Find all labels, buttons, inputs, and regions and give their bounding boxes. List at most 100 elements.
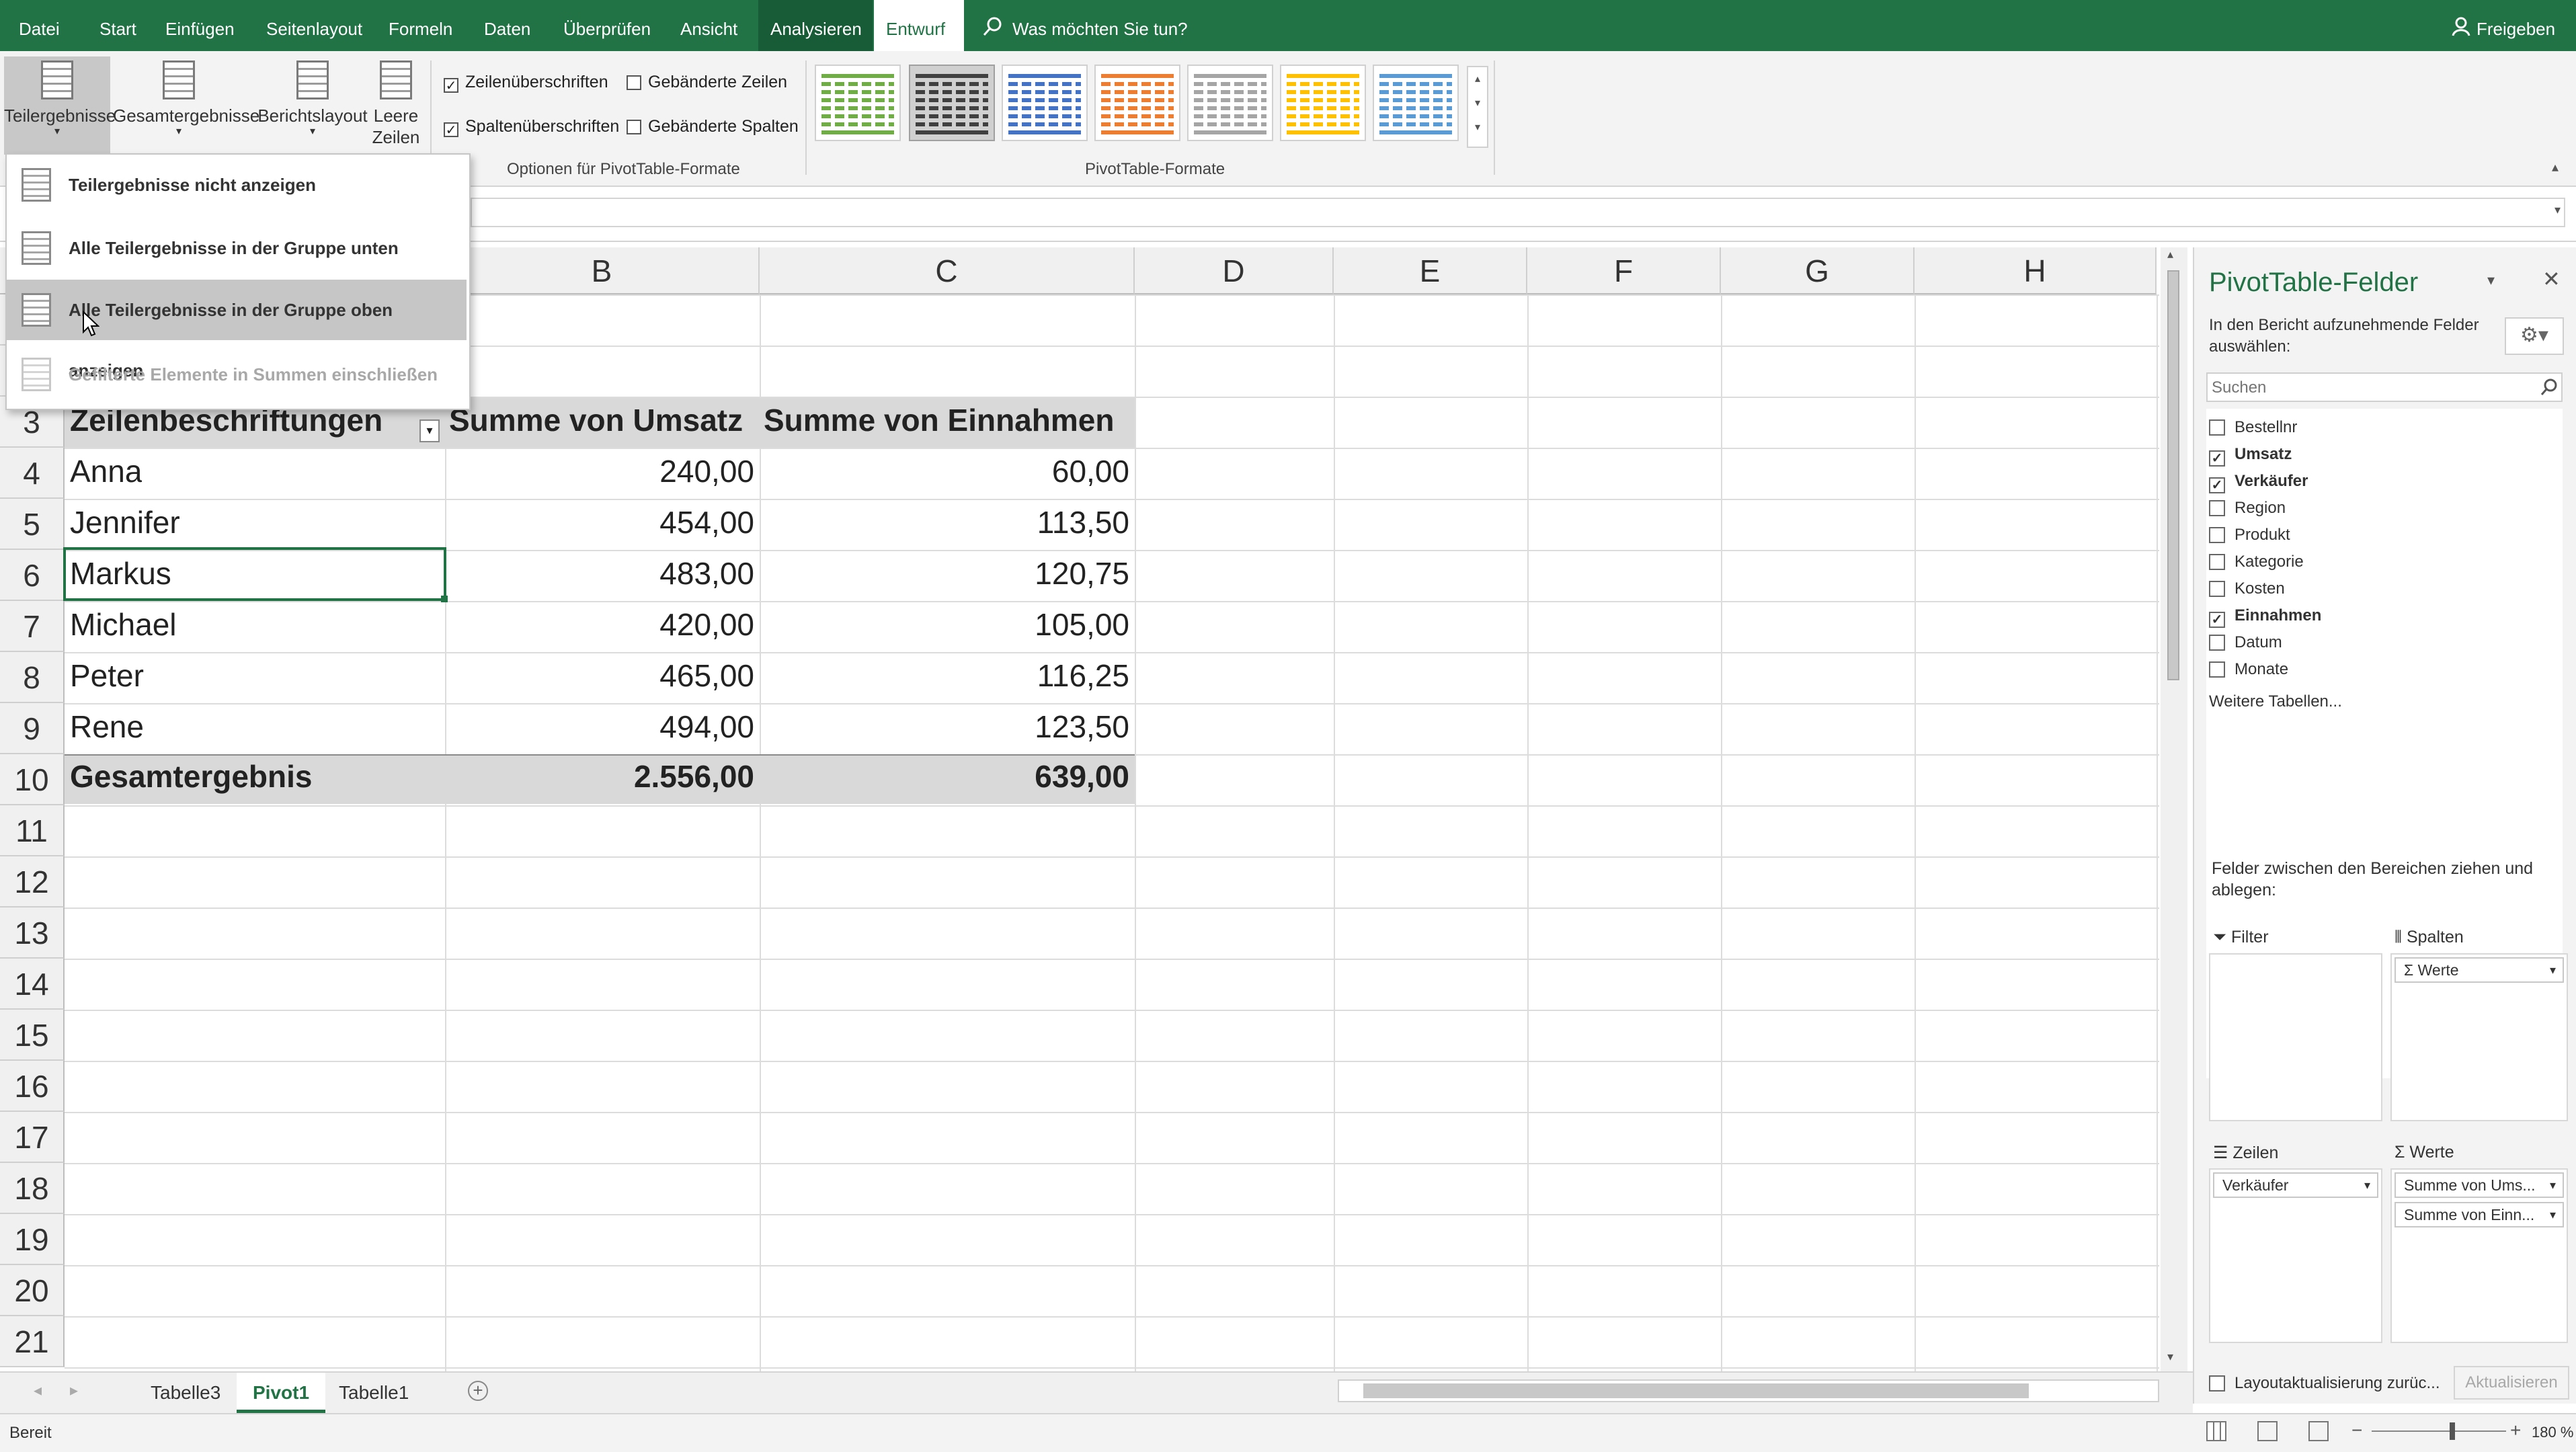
pivot-value-einnahmen[interactable]: 123,50 bbox=[760, 709, 1129, 745]
grand-total-einnahmen[interactable]: 639,00 bbox=[760, 758, 1129, 795]
zoom-out-icon[interactable]: − bbox=[2351, 1420, 2362, 1441]
sheet-tab-pivot1[interactable]: Pivot1 bbox=[237, 1373, 326, 1413]
page-break-view-icon[interactable] bbox=[2308, 1421, 2329, 1441]
pivot-value-einnahmen[interactable]: 60,00 bbox=[760, 453, 1129, 489]
row-header-13[interactable]: 13 bbox=[0, 908, 65, 959]
row-header-19[interactable]: 19 bbox=[0, 1214, 65, 1265]
chevron-down-icon[interactable]: ▾ bbox=[2554, 203, 2561, 217]
pivot-value-umsatz[interactable]: 454,00 bbox=[445, 504, 754, 540]
row-header-21[interactable]: 21 bbox=[0, 1316, 65, 1367]
pivot-value-einnahmen[interactable]: 116,25 bbox=[760, 657, 1129, 694]
values-field-umsatz[interactable]: Summe von Ums... ▾ bbox=[2394, 1172, 2564, 1198]
pivot-row-label[interactable]: Anna bbox=[70, 453, 142, 489]
grand-total-umsatz[interactable]: 2.556,00 bbox=[445, 758, 754, 795]
field-checkbox[interactable] bbox=[2209, 635, 2225, 651]
pivot-value-umsatz[interactable]: 483,00 bbox=[445, 555, 754, 592]
pivot-header-einnahmen[interactable]: Summe von Einnahmen bbox=[764, 402, 1114, 438]
scroll-down-icon[interactable]: ▾ bbox=[2167, 1350, 2173, 1364]
vertical-scroll-thumb[interactable] bbox=[2167, 270, 2179, 680]
row-header-16[interactable]: 16 bbox=[0, 1061, 65, 1112]
pivot-value-einnahmen[interactable]: 105,00 bbox=[760, 606, 1129, 643]
defer-layout-checkbox[interactable]: Layoutaktualisierung zurüc... bbox=[2209, 1374, 2440, 1393]
pivot-value-einnahmen[interactable]: 113,50 bbox=[760, 504, 1129, 540]
field-checkbox[interactable] bbox=[2209, 661, 2225, 678]
field-search-box[interactable] bbox=[2206, 372, 2563, 402]
field-checkbox[interactable] bbox=[2209, 581, 2225, 597]
pivot-row-label[interactable]: Jennifer bbox=[70, 504, 180, 540]
prev-sheet-icon[interactable]: ◂ bbox=[34, 1381, 42, 1400]
columns-field-werte[interactable]: Σ Werte ▾ bbox=[2394, 957, 2564, 983]
pivot-value-einnahmen[interactable]: 120,75 bbox=[760, 555, 1129, 592]
zoom-level[interactable]: 180 % bbox=[2532, 1424, 2573, 1441]
sheet-tab-tabelle1[interactable]: Tabelle1 bbox=[323, 1373, 425, 1413]
gear-icon[interactable]: ⚙▾ bbox=[2505, 317, 2564, 355]
filter-dropdown-icon[interactable]: ▾ bbox=[419, 419, 440, 442]
option-include-filtered[interactable]: Gefilterte Elemente in Summen einschließ… bbox=[7, 344, 467, 405]
values-field-einnahmen[interactable]: Summe von Einn... ▾ bbox=[2394, 1202, 2564, 1227]
field-checkbox[interactable]: ✓ bbox=[2209, 450, 2225, 467]
page-layout-view-icon[interactable] bbox=[2257, 1421, 2278, 1441]
field-einnahmen[interactable]: ✓ Einnahmen bbox=[2209, 606, 2321, 628]
option-subtotals-bottom[interactable]: Alle Teilergebnisse in der Gruppe unten … bbox=[7, 218, 467, 319]
row-header-12[interactable]: 12 bbox=[0, 856, 65, 908]
filter-area[interactable] bbox=[2209, 953, 2382, 1121]
field-search-input[interactable] bbox=[2210, 376, 2522, 399]
horizontal-scroll-thumb[interactable] bbox=[1363, 1383, 2029, 1398]
field-datum[interactable]: Datum bbox=[2209, 633, 2282, 652]
column-header-d[interactable]: D bbox=[1135, 247, 1334, 294]
row-header-7[interactable]: 7 bbox=[0, 601, 65, 652]
row-header-20[interactable]: 20 bbox=[0, 1265, 65, 1316]
normal-view-icon[interactable] bbox=[2206, 1421, 2226, 1441]
field-kategorie[interactable]: Kategorie bbox=[2209, 553, 2304, 571]
zoom-slider[interactable] bbox=[2372, 1422, 2506, 1440]
row-header-8[interactable]: 8 bbox=[0, 652, 65, 703]
field-bestellnr[interactable]: Bestellnr bbox=[2209, 418, 2297, 437]
row-header-15[interactable]: 15 bbox=[0, 1010, 65, 1061]
pivot-row-label[interactable]: Rene bbox=[70, 709, 144, 745]
row-header-6[interactable]: 6 bbox=[0, 550, 65, 601]
field-checkbox[interactable]: ✓ bbox=[2209, 612, 2225, 628]
row-header-4[interactable]: 4 bbox=[0, 448, 65, 499]
pivot-value-umsatz[interactable]: 465,00 bbox=[445, 657, 754, 694]
row-header-5[interactable]: 5 bbox=[0, 499, 65, 550]
field-checkbox[interactable] bbox=[2209, 419, 2225, 436]
field-monate[interactable]: Monate bbox=[2209, 660, 2288, 679]
close-icon[interactable]: ✕ bbox=[2542, 266, 2561, 292]
scroll-up-icon[interactable]: ▴ bbox=[2167, 247, 2173, 261]
pivot-value-umsatz[interactable]: 494,00 bbox=[445, 709, 754, 745]
field-checkbox[interactable]: ✓ bbox=[2209, 477, 2225, 493]
next-sheet-icon[interactable]: ▸ bbox=[70, 1381, 78, 1400]
vertical-scrollbar[interactable]: ▴ ▾ bbox=[2161, 247, 2187, 1371]
pane-options-chevron-icon[interactable]: ▾ bbox=[2487, 272, 2495, 289]
row-header-18[interactable]: 18 bbox=[0, 1163, 65, 1214]
column-header-h[interactable]: H bbox=[1915, 247, 2157, 294]
option-subtotals-top[interactable]: Alle Teilergebnisse in der Gruppe oben a… bbox=[7, 280, 467, 380]
update-button[interactable]: Aktualisieren bbox=[2454, 1366, 2569, 1400]
pivot-value-umsatz[interactable]: 240,00 bbox=[445, 453, 754, 489]
field-umsatz[interactable]: ✓ Umsatz bbox=[2209, 445, 2292, 467]
row-header-11[interactable]: 11 bbox=[0, 805, 65, 856]
field-checkbox[interactable] bbox=[2209, 527, 2225, 543]
field-checkbox[interactable] bbox=[2209, 554, 2225, 570]
field-checkbox[interactable] bbox=[2209, 500, 2225, 516]
more-tables-link[interactable]: Weitere Tabellen... bbox=[2209, 692, 2342, 711]
field-verkäufer[interactable]: ✓ Verkäufer bbox=[2209, 472, 2308, 493]
pivot-value-umsatz[interactable]: 420,00 bbox=[445, 606, 754, 643]
column-header-g[interactable]: G bbox=[1721, 247, 1915, 294]
column-header-e[interactable]: E bbox=[1334, 247, 1527, 294]
add-sheet-icon[interactable]: + bbox=[468, 1381, 488, 1401]
column-header-c[interactable]: C bbox=[760, 247, 1135, 294]
sheet-tab-tabelle3[interactable]: Tabelle3 bbox=[134, 1373, 237, 1413]
pivot-row-label[interactable]: Peter bbox=[70, 657, 144, 694]
pivot-row-label[interactable]: Michael bbox=[70, 606, 177, 643]
row-header-10[interactable]: 10 bbox=[0, 754, 65, 805]
rows-field-verkaeufer[interactable]: Verkäufer ▾ bbox=[2213, 1172, 2378, 1198]
option-no-subtotals[interactable]: Teilergebnisse nicht anzeigen bbox=[7, 155, 467, 215]
field-region[interactable]: Region bbox=[2209, 499, 2286, 518]
collapse-ribbon-icon[interactable]: ▴ bbox=[2552, 159, 2559, 175]
zoom-slider-thumb[interactable] bbox=[2450, 1422, 2455, 1440]
pivot-header-umsatz[interactable]: Summe von Umsatz bbox=[449, 402, 743, 438]
row-header-14[interactable]: 14 bbox=[0, 959, 65, 1010]
column-header-f[interactable]: F bbox=[1527, 247, 1721, 294]
horizontal-scrollbar[interactable] bbox=[1338, 1379, 2159, 1402]
